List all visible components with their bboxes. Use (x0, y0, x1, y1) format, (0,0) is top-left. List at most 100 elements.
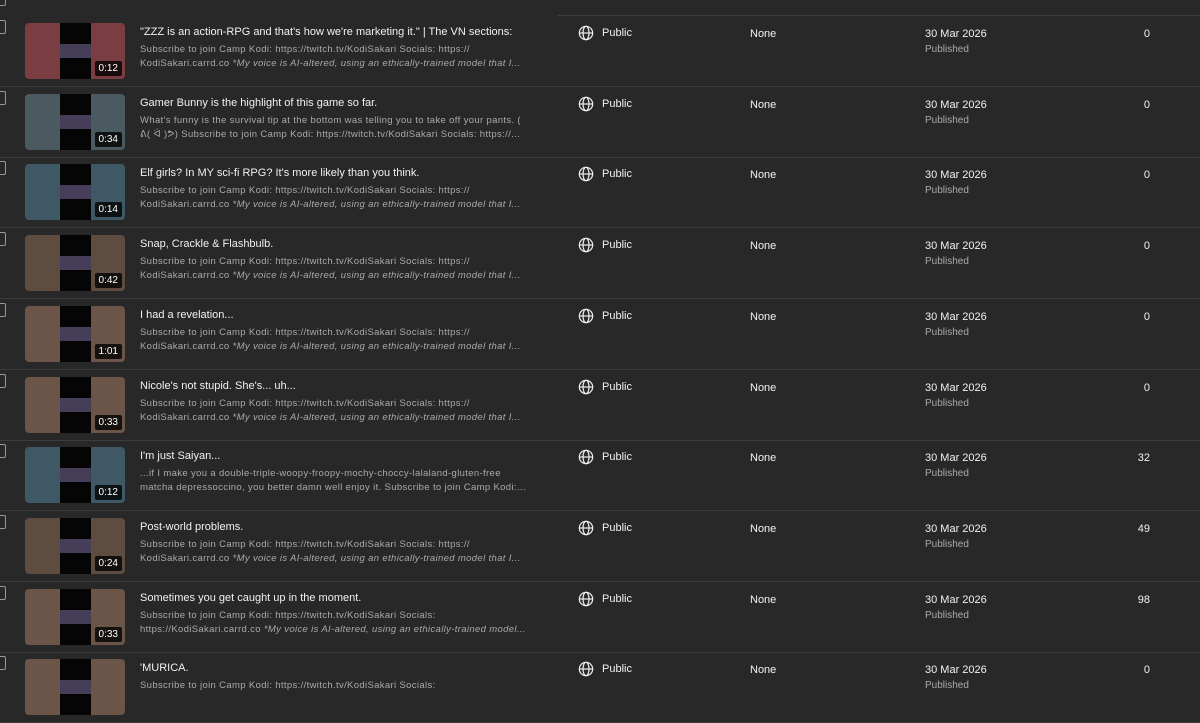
visibility-label: Public (602, 309, 632, 322)
table-row[interactable]: 0:24 Post-world problems. Subscribe to j… (0, 511, 1200, 582)
globe-icon (578, 96, 594, 111)
video-thumbnail[interactable]: 0:24 (25, 517, 125, 574)
thumbnail-frame (60, 680, 91, 695)
visibility-cell[interactable]: Public (578, 307, 632, 325)
table-row[interactable]: 1:01 I had a revelation... Subscribe to … (0, 299, 1200, 370)
restrictions-value: None (750, 28, 777, 40)
table-top-edge (0, 0, 1200, 16)
globe-icon (578, 449, 594, 465)
row-checkbox[interactable] (0, 90, 6, 105)
video-thumbnail[interactable]: 0:14 (25, 164, 125, 221)
visibility-cell[interactable]: Public (578, 660, 632, 678)
restrictions-value: None (750, 169, 777, 182)
visibility-cell[interactable]: Public (578, 165, 632, 183)
visibility-cell[interactable]: Public (578, 519, 632, 537)
row-checkbox[interactable] (0, 302, 6, 317)
publish-status: Published (925, 326, 969, 338)
video-title[interactable]: I'm just Saiyan... (140, 450, 550, 462)
table-row[interactable]: 0:14 Elf girls? In MY sci-fi RPG? It's m… (0, 157, 1200, 229)
publish-date: 30 Mar 2026 (925, 98, 987, 111)
row-checkbox[interactable] (0, 585, 6, 600)
visibility-cell[interactable]: Public (578, 448, 632, 466)
row-checkbox[interactable] (0, 656, 6, 671)
video-description: Subscribe to join Camp Kodi: https://twi… (140, 397, 550, 425)
visibility-cell[interactable]: Public (578, 24, 632, 42)
video-description: Subscribe to join Camp Kodi: https://twi… (140, 184, 550, 212)
view-count: 0 (1143, 98, 1150, 111)
restrictions-value: None (750, 98, 777, 111)
description-disclaimer: *My voice is AI-altered, using an ethica… (232, 411, 521, 423)
table-row[interactable]: 0:33 Nicole's not stupid. She's... uh...… (0, 370, 1200, 441)
video-thumbnail[interactable]: 1:01 (25, 305, 125, 362)
description-disclaimer: *My voice is AI-altered, using an ethica… (232, 58, 521, 69)
description-line-2: KodiSakari.carrd.co (140, 58, 233, 69)
table-row[interactable]: 'MURICA. Subscribe to join Camp Kodi: ht… (0, 652, 1200, 723)
globe-icon (578, 167, 594, 182)
table-row[interactable]: 0:12 I'm just Saiyan... ...if I make you… (0, 440, 1200, 512)
header-checkbox[interactable] (0, 0, 6, 6)
view-count: 0 (1143, 28, 1150, 40)
table-row[interactable]: 0:42 Snap, Crackle & Flashbulb. Subscrib… (0, 228, 1200, 300)
description-line-1: ...if I make you a double-triple-woopy-f… (140, 468, 501, 480)
visibility-cell[interactable]: Public (578, 590, 632, 608)
globe-icon (578, 520, 594, 536)
table-row[interactable]: 0:33 Sometimes you get caught up in the … (0, 582, 1200, 653)
publish-date: 30 Mar 2026 (925, 240, 987, 253)
video-title[interactable]: "ZZZ is an action-RPG and that's how we'… (140, 26, 550, 38)
row-checkbox[interactable] (0, 373, 6, 388)
visibility-label: Public (602, 380, 632, 393)
restrictions-value: None (750, 664, 777, 677)
description-disclaimer: *My voice is AI-altered, using an ethica… (232, 552, 521, 564)
visibility-cell[interactable]: Public (578, 236, 632, 254)
video-description: Subscribe to join Camp Kodi: https://twi… (140, 679, 550, 707)
description-line-2: KodiSakari.carrd.co (140, 270, 233, 282)
restrictions-value: None (750, 522, 777, 535)
description-disclaimer: *My voice is AI-altered, using an ethica… (232, 199, 521, 211)
duration-badge: 0:42 (94, 273, 122, 289)
video-description: Subscribe to join Camp Kodi: https://twi… (140, 609, 550, 637)
visibility-cell[interactable]: Public (578, 95, 632, 113)
video-thumbnail[interactable]: 0:33 (25, 588, 125, 645)
globe-icon (578, 237, 594, 253)
table-row[interactable]: 0:12 "ZZZ is an action-RPG and that's ho… (0, 16, 1200, 87)
row-checkbox[interactable] (0, 161, 6, 176)
row-checkbox[interactable] (0, 514, 6, 529)
video-title[interactable]: 'MURICA. (140, 662, 550, 674)
publish-date: 30 Mar 2026 (925, 381, 987, 394)
visibility-label: Public (602, 451, 632, 464)
video-thumbnail[interactable]: 0:33 (25, 376, 125, 433)
row-checkbox[interactable] (0, 20, 6, 34)
description-line-1: Subscribe to join Camp Kodi: https://twi… (140, 680, 436, 692)
video-title[interactable]: Gamer Bunny is the highlight of this gam… (140, 97, 550, 109)
restrictions-value: None (750, 593, 777, 606)
video-thumbnail[interactable]: 0:12 (25, 447, 125, 504)
video-thumbnail[interactable]: 0:34 (25, 93, 125, 150)
description-line-1: Subscribe to join Camp Kodi: https://twi… (140, 256, 470, 268)
video-title[interactable]: Snap, Crackle & Flashbulb. (140, 238, 550, 250)
restrictions-value: None (750, 381, 777, 394)
video-title[interactable]: Nicole's not stupid. She's... uh... (140, 380, 550, 392)
visibility-cell[interactable]: Public (578, 378, 632, 396)
video-description: Subscribe to join Camp Kodi: https://twi… (140, 43, 550, 71)
video-title[interactable]: Post-world problems. (140, 521, 550, 533)
video-title[interactable]: Elf girls? In MY sci-fi RPG? It's more l… (140, 167, 550, 179)
duration-badge: 0:24 (94, 555, 122, 571)
video-title[interactable]: I had a revelation... (140, 309, 550, 321)
description-disclaimer: *My voice is AI-altered, using an ethica… (232, 340, 521, 352)
view-count: 0 (1143, 381, 1150, 394)
row-checkbox[interactable] (0, 232, 6, 247)
table-row[interactable]: 0:34 Gamer Bunny is the highlight of thi… (0, 87, 1200, 158)
video-description: ...if I make you a double-triple-woopy-f… (140, 467, 550, 495)
globe-icon (578, 25, 594, 41)
row-checkbox[interactable] (0, 444, 6, 459)
video-thumbnail[interactable]: 0:12 (25, 23, 125, 79)
publish-status: Published (925, 44, 969, 55)
duration-badge: 0:14 (94, 202, 122, 218)
publish-date: 30 Mar 2026 (925, 452, 987, 465)
video-title[interactable]: Sometimes you get caught up in the momen… (140, 592, 550, 604)
video-thumbnail[interactable] (25, 659, 125, 716)
video-thumbnail[interactable]: 0:42 (25, 235, 125, 292)
description-disclaimer: *My voice is AI-altered, using an ethica… (263, 623, 526, 635)
view-count: 32 (1137, 452, 1150, 465)
restrictions-value: None (750, 240, 777, 253)
